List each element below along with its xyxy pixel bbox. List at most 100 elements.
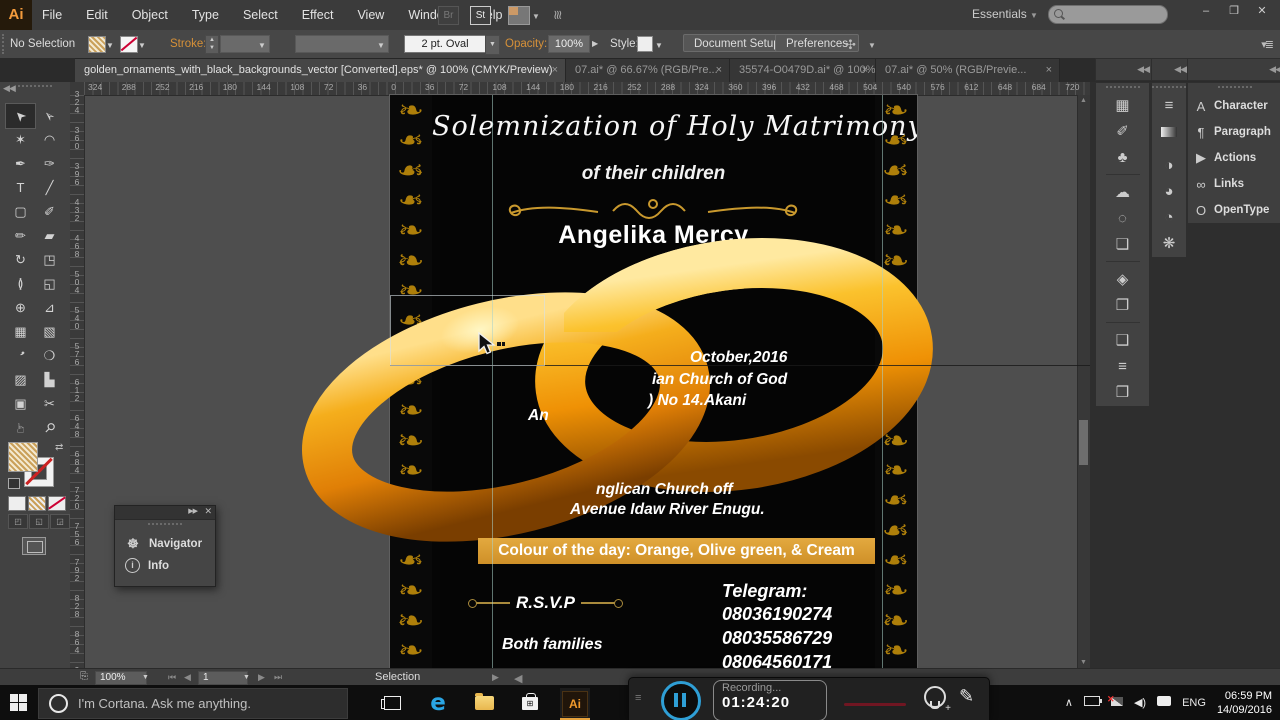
start-button[interactable] (10, 694, 27, 711)
stock-button[interactable]: St (470, 6, 491, 25)
stroke-swatch[interactable] (120, 36, 138, 53)
next-artboard-icon[interactable]: ▶ (258, 672, 265, 683)
stroke-link-label[interactable]: Stroke: (170, 38, 206, 50)
menu-object[interactable]: Object (132, 8, 168, 22)
panel-item-navigator[interactable]: ☸Navigator (115, 530, 215, 552)
transparency-panel-icon[interactable]: ◑ (1152, 153, 1186, 179)
panel-tab-opentype[interactable]: OOpenType (1188, 197, 1280, 223)
symbol-sprayer-tool[interactable]: ▨ (6, 368, 35, 392)
draw-normal-button[interactable]: ◰ (8, 514, 28, 529)
panel-expand-icon[interactable]: ▶▶ (188, 507, 197, 515)
mesh-tool[interactable]: ▦ (6, 320, 35, 344)
tools-collapse-icon[interactable]: ◀◀ (3, 83, 15, 94)
navigator-grip[interactable] (148, 523, 182, 528)
task-view-button[interactable] (378, 691, 406, 715)
arrange-documents-caret-icon[interactable]: ▼ (532, 12, 540, 21)
fill-swatch[interactable] (88, 36, 106, 53)
last-artboard-icon[interactable]: ⏭ (274, 672, 282, 683)
brush-definition-caret-icon[interactable]: ▼ (485, 35, 500, 55)
panel-tab-actions[interactable]: ▶Actions (1188, 145, 1280, 171)
symbols-panel-icon[interactable]: ♣ (1096, 145, 1149, 171)
artboard-tool[interactable]: ▣ (6, 392, 35, 416)
dock-header-3[interactable]: ◀◀ (1187, 58, 1280, 81)
align-caret-icon[interactable]: ▼ (868, 41, 876, 50)
transform-panel-icon[interactable]: ❑ (1096, 328, 1149, 354)
rectangle-tool[interactable]: ▢ (6, 200, 35, 224)
menu-edit[interactable]: Edit (86, 8, 108, 22)
scroll-down-icon[interactable]: ▼ (1080, 659, 1087, 666)
stroke-weight-caret-icon[interactable]: ▼ (258, 41, 266, 50)
pasteboard[interactable]: ❧❧☙❧❧☙❧❧☙❧❧☙❧❧☙❧❧☙❧ ❧❧☙❧❧☙❧❧☙❧❧☙❧❧☙❧❧☙❧ … (84, 95, 1090, 668)
color-button[interactable] (8, 496, 26, 511)
vertical-scrollbar[interactable]: ▲ ▼ (1077, 95, 1090, 668)
curvature-tool[interactable]: ✑ (35, 152, 64, 176)
gradient-panel-icon[interactable] (1152, 127, 1186, 153)
tab-close-icon[interactable]: × (716, 59, 722, 82)
workspace-switcher[interactable]: Essentials (972, 7, 1027, 21)
recorder-grip-icon[interactable]: ≡ (635, 692, 641, 704)
style-swatch[interactable] (637, 36, 653, 52)
illustrator-taskbar-button[interactable]: Ai (560, 688, 590, 719)
swap-fill-stroke-icon[interactable]: ⇄ (55, 442, 63, 453)
color-guide-panel-icon[interactable]: ◔ (1152, 205, 1186, 231)
dock-grip[interactable] (1106, 322, 1140, 326)
shaper-tool[interactable]: ✏ (6, 224, 35, 248)
minimize-button[interactable]: – (1192, 0, 1220, 22)
gpu-performance-icon[interactable]: ≋ (549, 10, 565, 21)
selection-tool[interactable]: ➤ (6, 104, 35, 128)
menu-select[interactable]: Select (243, 8, 278, 22)
opacity-caret-icon[interactable]: ▶ (592, 39, 598, 48)
opacity-input[interactable]: 100% (548, 35, 590, 53)
draw-behind-button[interactable]: ◱ (29, 514, 49, 529)
width-profile-caret-icon[interactable]: ▼ (377, 41, 385, 50)
adjustments-panel-icon[interactable]: ◌ (1096, 206, 1149, 232)
arrange-documents-icon[interactable] (508, 6, 530, 25)
panel-tab-character[interactable]: ACharacter (1188, 93, 1280, 119)
guide-vertical-right[interactable] (882, 95, 883, 668)
perspective-grid-tool[interactable]: ⊿ (35, 296, 64, 320)
blend-tool[interactable]: ❍ (35, 344, 64, 368)
document-tab[interactable]: 35574-O0479D.ai* @ 100%...× (730, 58, 876, 82)
lasso-tool[interactable]: ◠ (35, 128, 64, 152)
pause-button[interactable] (661, 681, 701, 720)
scale-tool[interactable]: ◳ (35, 248, 64, 272)
store-button[interactable]: ⊞ (516, 691, 544, 715)
dock-header-2[interactable]: ◀◀ (1151, 58, 1191, 81)
language-indicator[interactable]: ENG (1182, 697, 1206, 709)
color-panel-icon[interactable]: ◕ (1152, 179, 1186, 205)
document-tab[interactable]: 07.ai* @ 50% (RGB/Previe...× (876, 58, 1060, 82)
scrollbar-thumb[interactable] (1079, 420, 1088, 465)
control-panel-menu-icon[interactable]: ▾≣ (1261, 38, 1272, 51)
line-segment-tool[interactable]: ╱ (35, 176, 64, 200)
prev-artboard-icon[interactable]: ◀ (184, 672, 191, 683)
rotate-tool[interactable]: ↻ (6, 248, 35, 272)
style-caret-icon[interactable]: ▼ (655, 41, 663, 50)
menu-view[interactable]: View (357, 8, 384, 22)
annotate-pencil-icon[interactable]: ✎ (959, 686, 974, 707)
network-icon[interactable]: ✕ (1111, 697, 1123, 709)
close-button[interactable]: ✕ (1248, 0, 1276, 22)
tab-close-icon[interactable]: × (862, 59, 868, 82)
zoom-level-dropdown[interactable]: 100% (95, 671, 147, 685)
battery-icon[interactable] (1084, 696, 1100, 709)
pathfinder-panel-icon[interactable]: ❒ (1096, 380, 1149, 406)
panel-item-info[interactable]: iInfo (115, 552, 215, 573)
magic-wand-tool[interactable]: ✶ (6, 128, 35, 152)
bridge-button[interactable]: Br (438, 6, 459, 25)
dock-grip[interactable] (1106, 86, 1140, 91)
align-glyphs-icon[interactable]: ✣ (845, 37, 856, 53)
default-fill-stroke-icon[interactable] (8, 478, 20, 489)
dock-grip[interactable] (1106, 174, 1140, 178)
tab-close-icon[interactable]: × (552, 59, 558, 82)
vertical-ruler[interactable]: 3243603964324685045405766126486847207567… (70, 95, 85, 668)
dock-grip[interactable] (1218, 86, 1252, 91)
eraser-tool[interactable]: ▰ (35, 224, 64, 248)
cortana-search-input[interactable]: I'm Cortana. Ask me anything. (38, 688, 348, 719)
artboards-panel-icon[interactable]: ❐ (1096, 293, 1149, 319)
artboard-number-field[interactable]: 1 (198, 671, 248, 685)
hscroll-right-icon[interactable]: ▶ (492, 672, 499, 683)
stroke-panel-icon[interactable]: ≡ (1152, 93, 1186, 119)
workspace-caret-icon[interactable]: ▼ (1030, 11, 1038, 20)
eyedropper-tool[interactable]: ❜ (6, 344, 35, 368)
free-transform-tool[interactable]: ◱ (35, 272, 64, 296)
